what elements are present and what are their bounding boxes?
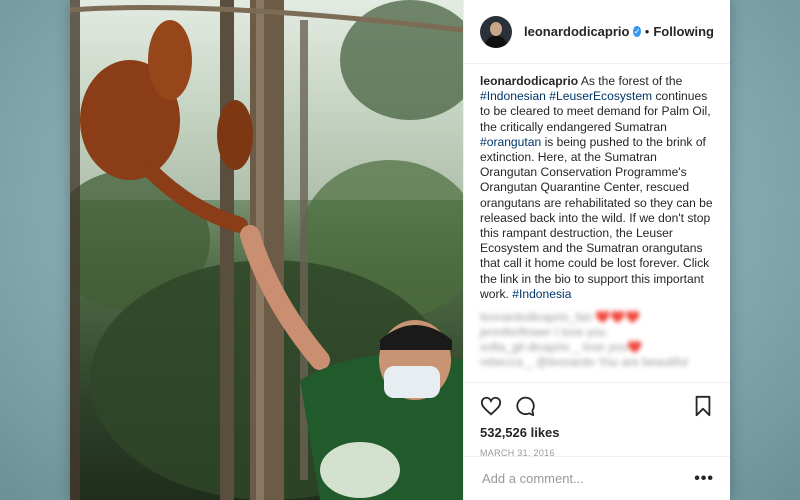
comment-input[interactable] — [480, 470, 695, 487]
post-photo[interactable] — [70, 0, 463, 500]
comment-item: rebecca _ @leonardo You are beautiful — [480, 355, 688, 370]
hashtag-link[interactable]: #Indonesia — [512, 287, 571, 301]
comments-list: leonardodicaprio_fan ❤️❤️❤️ jenniferflow… — [480, 310, 714, 370]
comment-item: sofia_gil dicaprio _ love you❤️ — [480, 340, 643, 355]
caption-text: As the forest of the #Indonesian #Leuser… — [480, 74, 713, 301]
username-link[interactable]: leonardodicaprio — [524, 24, 629, 39]
caption-username[interactable]: leonardodicaprio — [480, 74, 578, 88]
likes-count[interactable]: 532,526 likes — [480, 425, 714, 440]
orangutan-jungle-image — [70, 0, 463, 500]
comment-item: leonardodicaprio_fan ❤️❤️❤️ — [480, 310, 641, 325]
separator-dot: • — [644, 24, 650, 39]
more-options-icon[interactable]: ••• — [694, 470, 714, 488]
post-sidebar: leonardodicaprio ✓ • Following leonardod… — [463, 0, 730, 500]
hashtag-link[interactable]: #orangutan — [480, 135, 541, 149]
post-header: leonardodicaprio ✓ • Following — [464, 0, 730, 64]
bookmark-icon[interactable] — [692, 395, 714, 417]
caption-segment: As the forest of the — [580, 74, 683, 88]
instagram-post: leonardodicaprio ✓ • Following leonardod… — [70, 0, 730, 500]
heart-icon[interactable] — [480, 395, 502, 417]
following-button[interactable]: Following — [653, 24, 714, 39]
hashtag-link[interactable]: #Indonesian — [480, 89, 546, 103]
comment-box: ••• — [464, 456, 730, 500]
hashtag-link[interactable]: #LeuserEcosystem — [549, 89, 652, 103]
avatar[interactable] — [480, 15, 512, 48]
caption-segment: is being pushed to the brink of extincti… — [480, 134, 713, 301]
comment-bubble-icon[interactable] — [514, 395, 536, 417]
action-bar: 532,526 likes MARCH 31, 2016 — [464, 382, 730, 458]
action-icons — [480, 391, 714, 421]
post-caption: leonardodicaprio As the forest of the #I… — [464, 64, 730, 302]
verified-badge-icon: ✓ — [633, 26, 641, 37]
comment-item: jenniferflower I love you — [480, 325, 607, 340]
